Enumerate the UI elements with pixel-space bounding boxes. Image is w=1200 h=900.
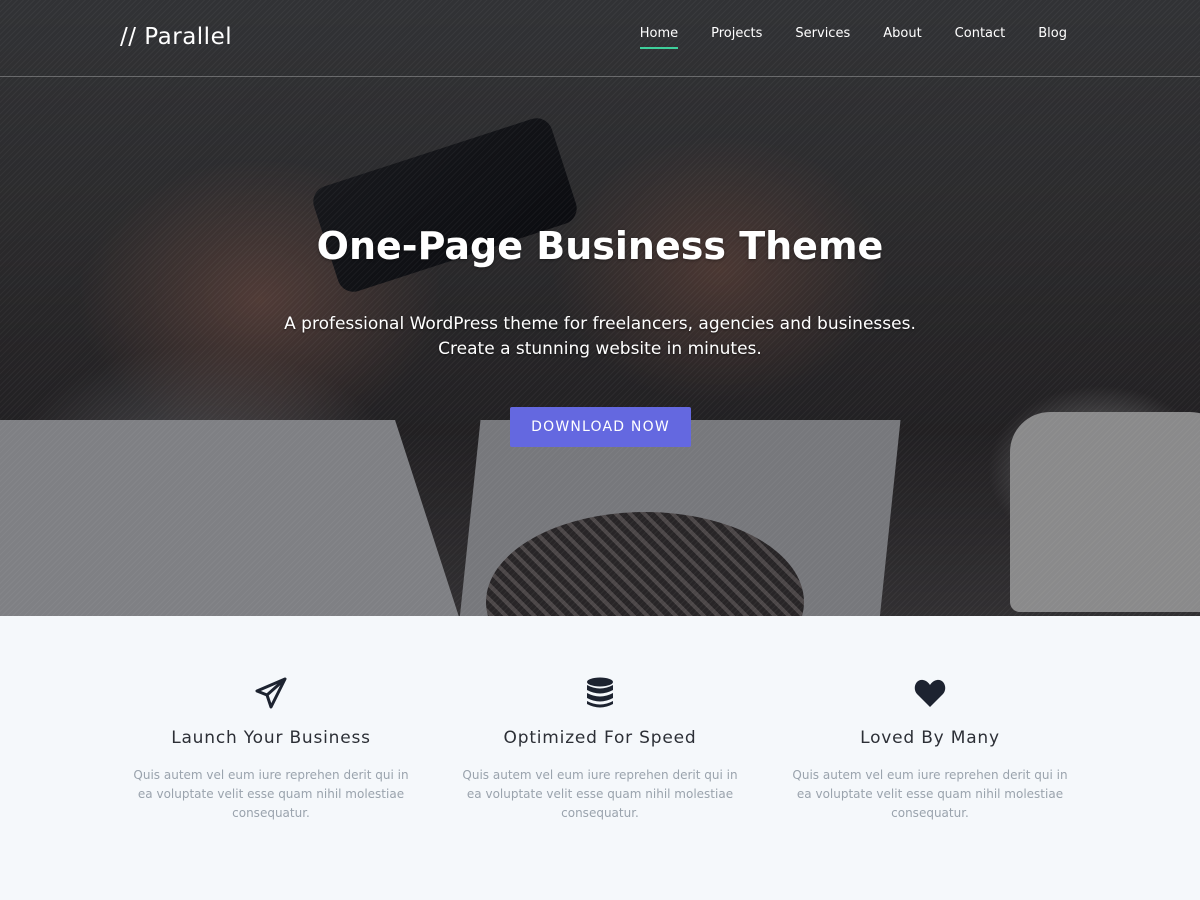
features-section: Launch Your Business Quis autem vel eum …: [0, 616, 1200, 900]
nav-item-contact[interactable]: Contact: [955, 26, 1006, 49]
feature-card: Optimized For Speed Quis autem vel eum i…: [450, 676, 750, 823]
hero-subtitle-line: Create a stunning website in minutes.: [438, 339, 762, 359]
feature-title: Optimized For Speed: [503, 728, 697, 748]
feature-card: Loved By Many Quis autem vel eum iure re…: [780, 676, 1080, 823]
nav-item-blog[interactable]: Blog: [1038, 26, 1067, 49]
nav-item-home[interactable]: Home: [639, 26, 679, 49]
hero-subtitle: A professional WordPress theme for freel…: [0, 312, 1200, 362]
feature-text: Quis autem vel eum iure reprehen derit q…: [462, 768, 738, 820]
hero-section: // Parallel Home Projects Services About…: [0, 0, 1200, 616]
download-now-button[interactable]: DOWNLOAD NOW: [510, 407, 691, 447]
nav-item-services[interactable]: Services: [795, 26, 850, 49]
feature-card: Launch Your Business Quis autem vel eum …: [121, 676, 421, 823]
hero-subtitle-line: A professional WordPress theme for freel…: [284, 314, 916, 334]
hero-title: One-Page Business Theme: [316, 224, 884, 268]
site-logo[interactable]: // Parallel: [120, 24, 232, 50]
heart-icon: [914, 679, 946, 707]
hero-overlay: [0, 0, 1200, 616]
nav-item-about[interactable]: About: [883, 26, 921, 49]
feature-title: Launch Your Business: [171, 728, 371, 748]
site-header: // Parallel Home Projects Services About…: [0, 0, 1200, 77]
paper-plane-icon: [255, 677, 287, 709]
nav-item-projects[interactable]: Projects: [711, 26, 762, 49]
feature-text: Quis autem vel eum iure reprehen derit q…: [133, 768, 409, 820]
database-icon: [587, 677, 613, 708]
feature-title: Loved By Many: [860, 728, 1000, 748]
feature-text: Quis autem vel eum iure reprehen derit q…: [792, 768, 1068, 820]
main-nav: Home Projects Services About Contact Blo…: [607, 26, 1067, 49]
